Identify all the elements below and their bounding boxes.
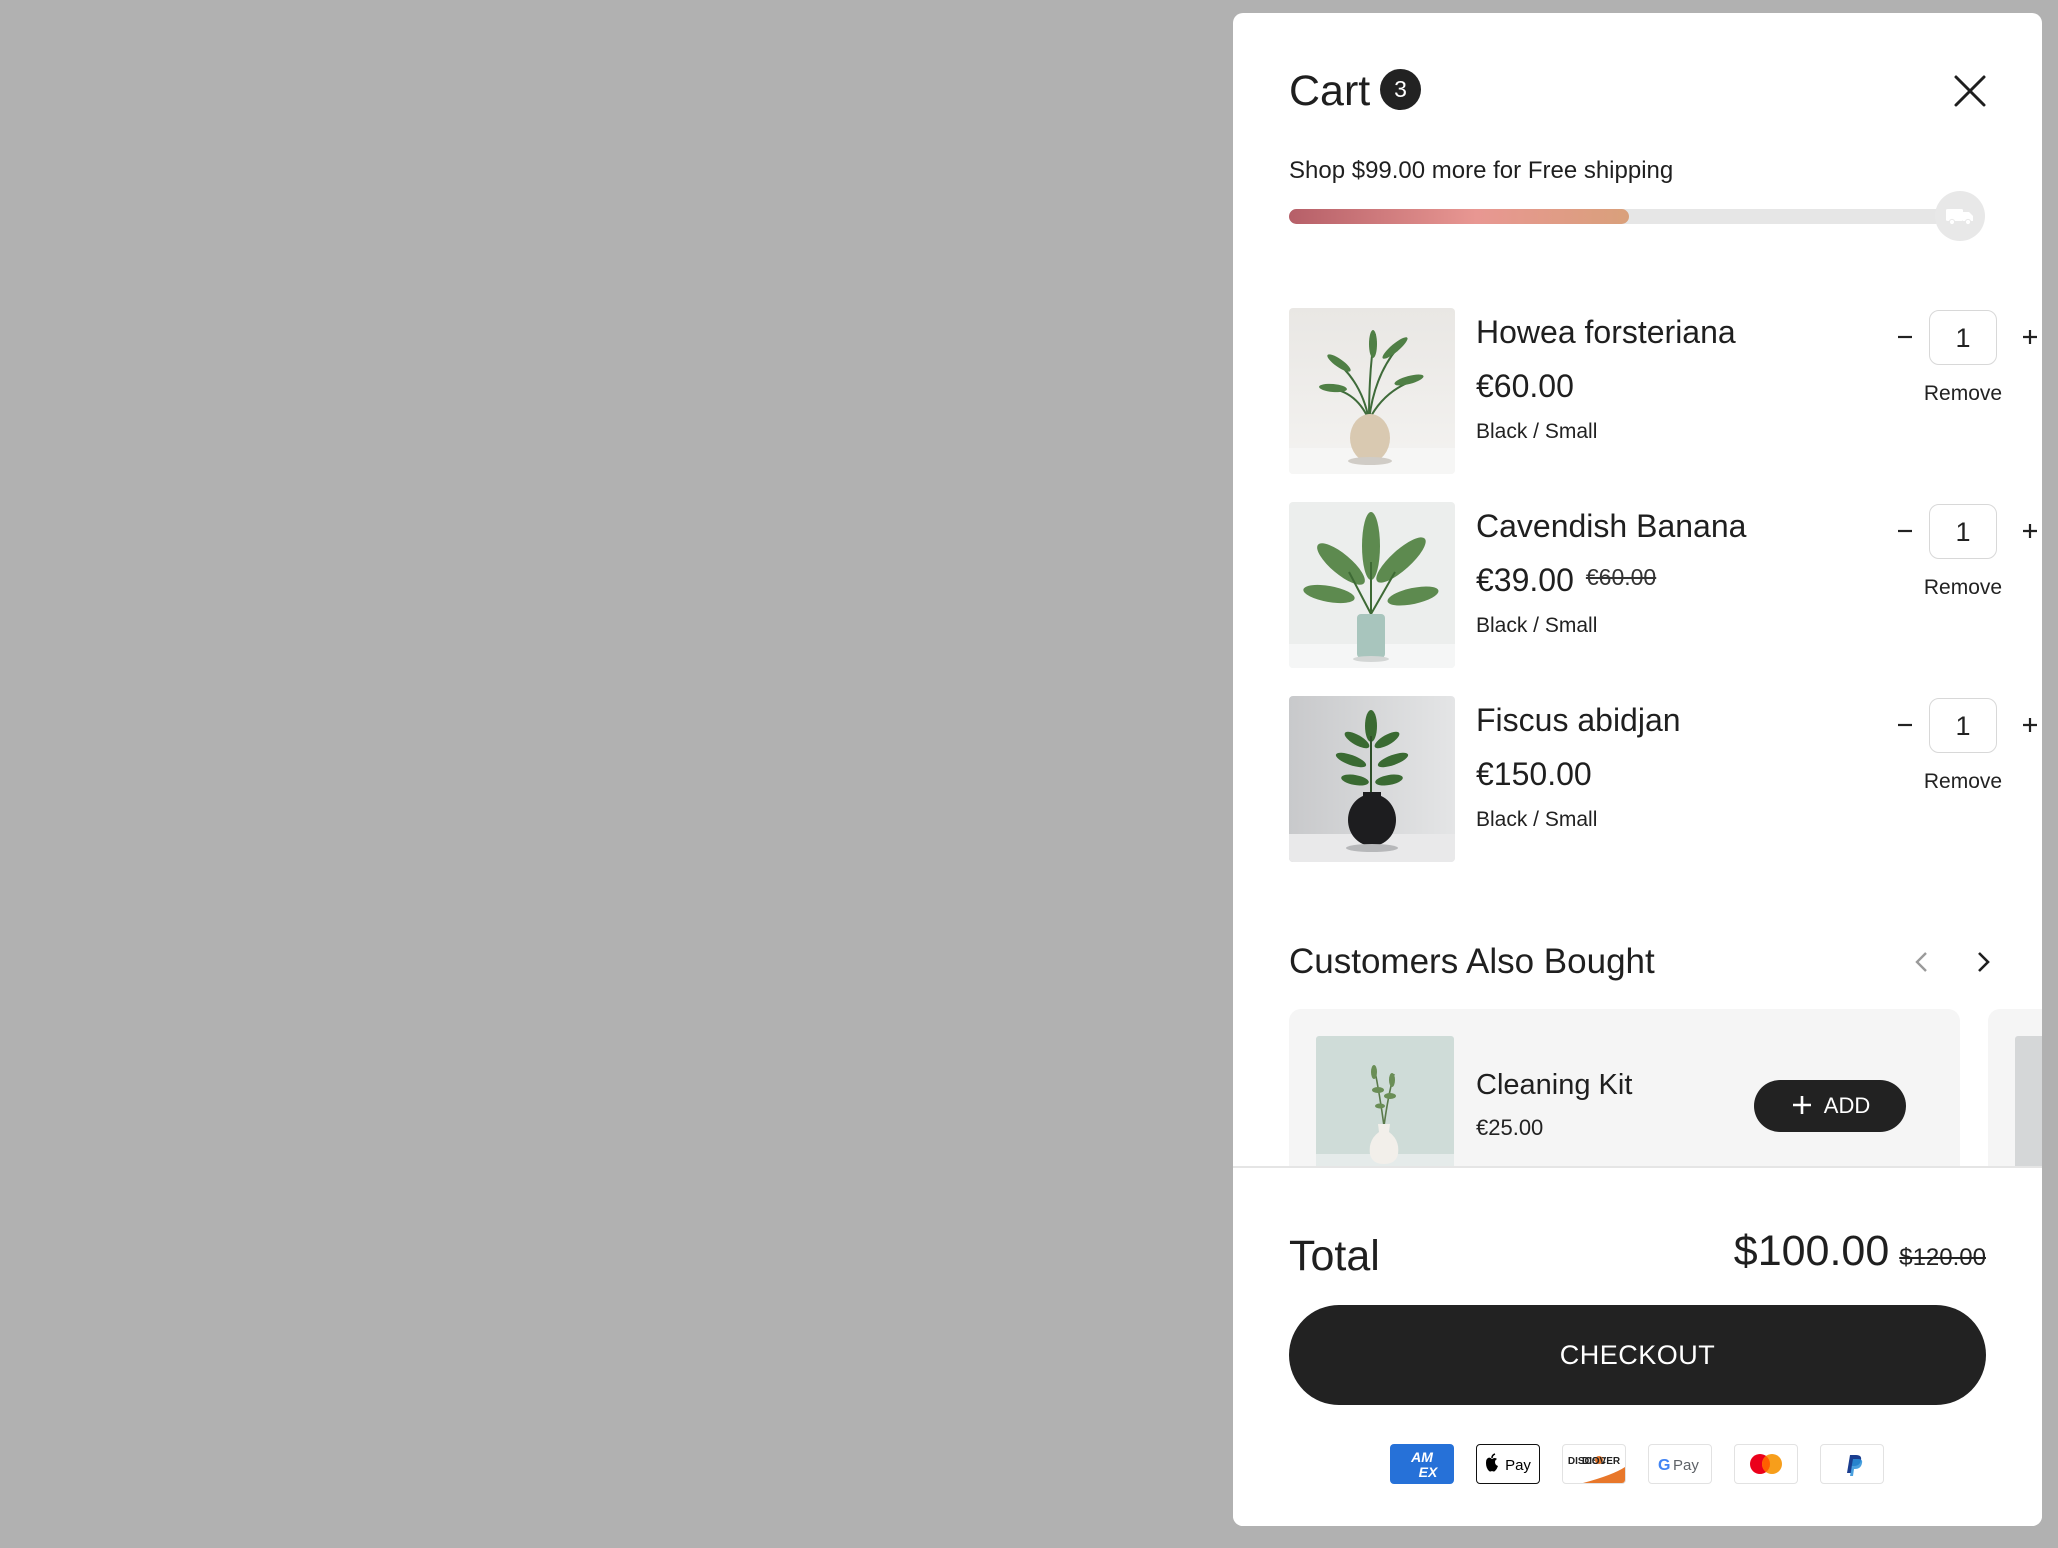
cart-count-badge: 3 xyxy=(1380,69,1421,110)
discover-icon: DISC DISCOVER xyxy=(1562,1444,1626,1484)
qty-decrease-button[interactable] xyxy=(1888,320,1922,354)
add-label: ADD xyxy=(1823,1093,1871,1118)
total-label: Total xyxy=(1289,1232,1380,1280)
truck-badge xyxy=(1935,191,1985,241)
cart-drawer: Cart 3 Shop $99.00 more for Free shippin… xyxy=(1233,13,2042,1526)
cart-footer: Total $100.00 $120.00 CHECKOUT AM EX Pay xyxy=(1233,1166,2042,1526)
upsell-prev-button[interactable] xyxy=(1903,943,1941,981)
qty-increase-button[interactable] xyxy=(2013,320,2042,354)
paypal-icon xyxy=(1820,1444,1884,1484)
close-icon xyxy=(1954,75,1986,107)
plus-icon xyxy=(1792,1096,1811,1115)
item-price: €39.00 €60.00 xyxy=(1476,558,1656,605)
upsell-product-image[interactable] xyxy=(2015,1036,2042,1166)
upsell-card: Cleaning Kit €25.00 ADD xyxy=(1289,1009,1960,1166)
product-image-cavendish-banana[interactable] xyxy=(1289,502,1455,668)
total-amount: $100.00 $120.00 xyxy=(1734,1225,1986,1277)
minus-icon xyxy=(1898,529,1912,533)
item-sale-price: €39.00 xyxy=(1476,562,1574,598)
remove-item-button[interactable]: Remove xyxy=(1907,379,2019,409)
total-value: $100.00 xyxy=(1733,1227,1890,1275)
amex-icon: AM EX xyxy=(1390,1444,1454,1484)
google-pay-icon: G Pay xyxy=(1648,1444,1712,1484)
item-variant: Black / Small xyxy=(1476,808,1598,831)
plus-icon xyxy=(2023,524,2037,538)
svg-text:DISCOVER: DISCOVER xyxy=(1568,1456,1621,1467)
cart-item: Fiscus abidjan €150.00 Black / Small 1 R… xyxy=(1289,696,2037,862)
item-name[interactable]: Fiscus abidjan xyxy=(1476,698,1681,742)
svg-text:EX: EX xyxy=(1419,1464,1439,1480)
payment-methods: AM EX Pay DISC DISCOVER G Pay xyxy=(1390,1444,1884,1484)
upsell-title: Customers Also Bought xyxy=(1289,942,1655,981)
item-sale-price: €60.00 xyxy=(1476,368,1574,404)
product-image-fiscus-abidjan[interactable] xyxy=(1289,696,1455,862)
remove-item-button[interactable]: Remove xyxy=(1907,573,2019,603)
item-name[interactable]: Howea forsteriana xyxy=(1476,310,1736,354)
upsell-next-button[interactable] xyxy=(1964,943,2002,981)
free-shipping-message: Shop $99.00 more for Free shipping xyxy=(1289,157,1674,184)
svg-text:G: G xyxy=(1658,1457,1670,1474)
upsell-product-price: €25.00 xyxy=(1476,1115,1544,1140)
qty-input[interactable]: 1 xyxy=(1929,504,1997,559)
close-button[interactable] xyxy=(1949,70,1991,112)
remove-item-button[interactable]: Remove xyxy=(1907,767,2019,797)
plus-icon xyxy=(2023,330,2037,344)
qty-increase-button[interactable] xyxy=(2013,514,2042,548)
upsell-card-next xyxy=(1988,1009,2042,1166)
product-image-howea[interactable] xyxy=(1289,308,1455,474)
qty-increase-button[interactable] xyxy=(2013,708,2042,742)
item-variant: Black / Small xyxy=(1476,614,1598,637)
plus-icon xyxy=(2023,718,2037,732)
minus-icon xyxy=(1898,335,1912,339)
cart-item: Howea forsteriana €60.00 Black / Small 1… xyxy=(1289,308,2037,474)
qty-decrease-button[interactable] xyxy=(1888,514,1922,548)
add-to-cart-button[interactable]: ADD xyxy=(1754,1080,1906,1132)
chevron-right-icon xyxy=(1978,952,1990,972)
item-sale-price: €150.00 xyxy=(1476,756,1592,792)
item-price: €60.00 xyxy=(1476,364,1574,408)
chevron-left-icon xyxy=(1915,952,1927,972)
item-price: €150.00 xyxy=(1476,752,1592,796)
total-compare-price: $120.00 xyxy=(1899,1244,1986,1271)
shipping-progress-fill xyxy=(1289,209,1629,224)
cart-title: Cart xyxy=(1289,67,1371,115)
shipping-progress-bar xyxy=(1289,209,1969,224)
qty-decrease-button[interactable] xyxy=(1888,708,1922,742)
minus-icon xyxy=(1898,723,1912,727)
upsell-product-name[interactable]: Cleaning Kit xyxy=(1476,1065,1632,1105)
item-compare-price: €60.00 xyxy=(1585,564,1657,590)
apple-pay-icon: Pay xyxy=(1476,1444,1540,1484)
qty-input[interactable]: 1 xyxy=(1929,310,1997,365)
item-name[interactable]: Cavendish Banana xyxy=(1476,504,1746,548)
svg-text:Pay: Pay xyxy=(1505,1457,1531,1474)
cart-item: Cavendish Banana €39.00 €60.00 Black / Sm… xyxy=(1289,502,2037,668)
cart-body: Cart 3 Shop $99.00 more for Free shippin… xyxy=(1233,13,2042,1166)
svg-text:Pay: Pay xyxy=(1673,1457,1699,1474)
svg-text:AM: AM xyxy=(1410,1449,1433,1465)
upsell-product-image[interactable] xyxy=(1316,1036,1454,1166)
checkout-button[interactable]: CHECKOUT xyxy=(1289,1305,1986,1405)
item-variant: Black / Small xyxy=(1476,420,1598,443)
qty-input[interactable]: 1 xyxy=(1929,698,1997,753)
mastercard-icon xyxy=(1734,1444,1798,1484)
truck-icon xyxy=(1946,209,1973,226)
